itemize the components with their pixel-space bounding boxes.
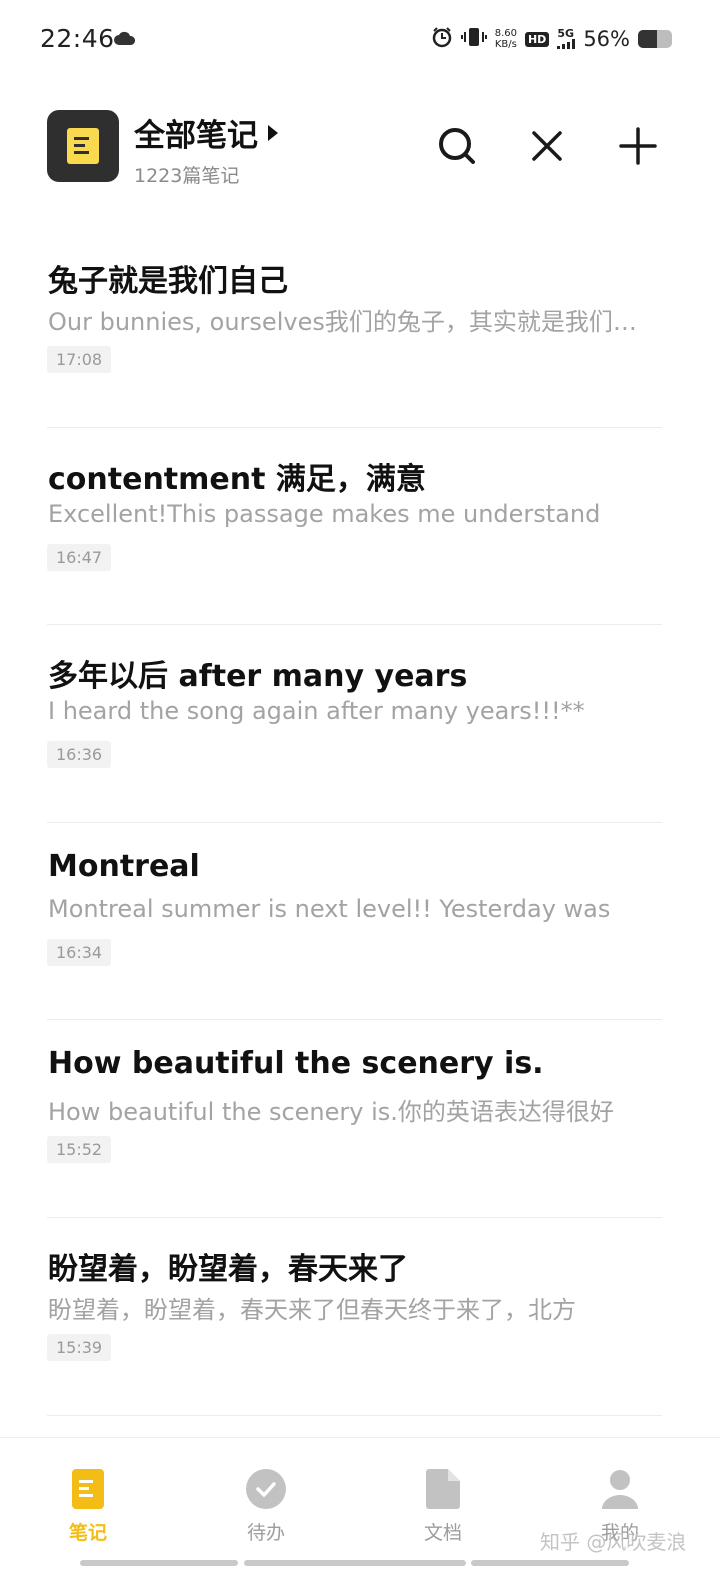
watermark: 知乎 @风吹麦浪 bbox=[540, 1530, 687, 1554]
notebook-selector[interactable]: 全部笔记 1223篇笔记 bbox=[134, 110, 278, 188]
note-count: 1223篇笔记 bbox=[134, 165, 240, 187]
note-preview: 盼望着，盼望着，春天来了但春天终于来了，北方 bbox=[48, 1295, 576, 1324]
tab-label: 笔记 bbox=[68, 1522, 107, 1544]
note-title: How beautiful the scenery is. bbox=[48, 1046, 544, 1082]
note-preview: I heard the song again after many years!… bbox=[48, 697, 585, 726]
note-title: 兔子就是我们自己 bbox=[48, 264, 288, 299]
net-speed: 8.60 KB/s bbox=[494, 28, 517, 50]
list-item[interactable]: 兔子就是我们自己 Our bunnies, ourselves我们的兔子，其实就… bbox=[47, 230, 662, 428]
caret-right-icon bbox=[268, 124, 278, 141]
alarm-icon bbox=[431, 26, 453, 52]
gesture-bar bbox=[80, 1560, 238, 1566]
note-title: contentment 满足，满意 bbox=[48, 461, 426, 497]
gesture-bar bbox=[471, 1560, 629, 1566]
list-item[interactable]: 盼望着，盼望着，春天来了 盼望着，盼望着，春天来了但春天终于来了，北方 15:3… bbox=[47, 1218, 662, 1416]
add-note-button[interactable] bbox=[614, 122, 662, 170]
plus-icon bbox=[619, 127, 657, 165]
close-icon bbox=[532, 131, 562, 161]
note-time: 15:39 bbox=[47, 1333, 112, 1361]
header: 全部笔记 1223篇笔记 bbox=[0, 110, 720, 187]
note-icon bbox=[38, 1466, 138, 1512]
note-time: 16:36 bbox=[47, 741, 112, 769]
tab-todo[interactable]: 待办 bbox=[216, 1466, 316, 1545]
bottom-nav: 笔记 待办 文档 我的 知乎 @风吹麦浪 bbox=[0, 1437, 720, 1592]
note-preview: Montreal summer is next level!! Yesterda… bbox=[48, 894, 611, 923]
tab-label: 待办 bbox=[246, 1522, 285, 1544]
note-time: 15:52 bbox=[47, 1136, 112, 1164]
list-item[interactable]: Montreal Montreal summer is next level!!… bbox=[47, 823, 662, 1021]
status-time: 22:46 bbox=[40, 24, 115, 53]
note-title: 多年以后 after many years bbox=[48, 659, 468, 695]
vibrate-icon bbox=[460, 26, 487, 52]
notebook-icon[interactable] bbox=[47, 110, 119, 182]
gesture-bar bbox=[244, 1560, 466, 1566]
tab-documents[interactable]: 文档 bbox=[393, 1466, 493, 1545]
hd-badge: HD bbox=[524, 31, 550, 47]
list-item[interactable]: 多年以后 after many years I heard the song a… bbox=[47, 625, 662, 823]
cloud-icon bbox=[114, 30, 136, 50]
battery-text: 56% bbox=[583, 27, 630, 51]
note-time: 16:34 bbox=[47, 938, 112, 966]
note-preview: How beautiful the scenery is.你的英语表达得很好 bbox=[48, 1098, 614, 1127]
note-preview: Our bunnies, ourselves我们的兔子，其实就是我们自己 bbox=[48, 308, 652, 336]
check-circle-icon bbox=[216, 1466, 316, 1512]
note-title: 盼望着，盼望着，春天来了 bbox=[48, 1251, 408, 1287]
search-icon bbox=[439, 128, 475, 164]
status-icons: 8.60 KB/s HD 5G 56% bbox=[431, 24, 672, 54]
list-item[interactable]: contentment 满足，满意 Excellent!This passage… bbox=[47, 428, 662, 626]
profile-icon bbox=[570, 1466, 670, 1512]
search-button[interactable] bbox=[433, 122, 481, 170]
note-list: 兔子就是我们自己 Our bunnies, ourselves我们的兔子，其实就… bbox=[47, 230, 662, 1416]
signal-icon: 5G bbox=[557, 28, 576, 51]
status-bar: 22:46 8.60 KB/s HD 5G 56% bbox=[0, 0, 720, 76]
note-preview: Excellent!This passage makes me understa… bbox=[48, 499, 601, 528]
close-button[interactable] bbox=[523, 122, 571, 170]
note-time: 16:47 bbox=[47, 543, 112, 571]
note-title: Montreal bbox=[48, 848, 200, 884]
note-time: 17:08 bbox=[47, 346, 112, 373]
list-item[interactable]: How beautiful the scenery is. How beauti… bbox=[47, 1020, 662, 1218]
battery-icon bbox=[638, 30, 672, 48]
document-icon bbox=[393, 1466, 493, 1512]
tab-notes[interactable]: 笔记 bbox=[38, 1466, 138, 1545]
tab-label: 文档 bbox=[423, 1522, 462, 1544]
page-title: 全部笔记 bbox=[134, 118, 258, 154]
